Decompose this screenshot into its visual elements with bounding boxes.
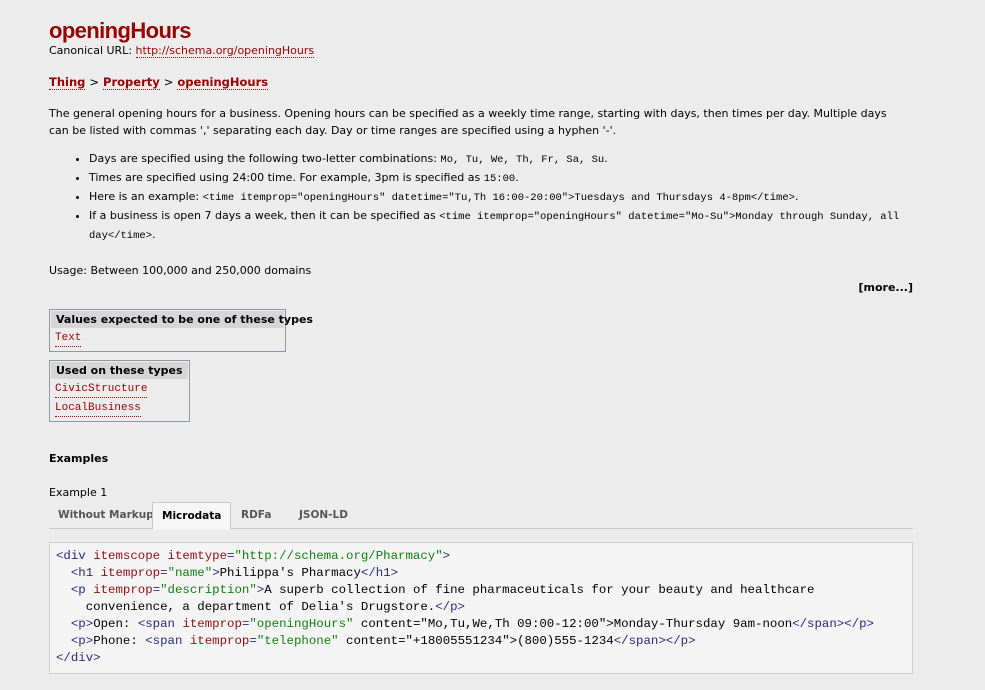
expected-types-heading: Values expected to be one of these types xyxy=(51,311,313,328)
breadcrumb-openinghours[interactable]: openingHours xyxy=(177,75,269,90)
code-token-tag: <div xyxy=(56,549,94,563)
code-token-str: "http://schema.org/Pharmacy" xyxy=(234,549,443,563)
code-token-txt: Philippa's Pharmacy xyxy=(219,566,361,580)
code-token-attr: itemprop xyxy=(182,617,242,631)
type-link-localbusiness[interactable]: LocalBusiness xyxy=(55,401,141,417)
code-token-attr: itemprop xyxy=(93,583,153,597)
code-token-attr: itemprop xyxy=(189,634,250,648)
code-token-tag: <span xyxy=(145,634,190,648)
bullet-item: Here is an example: <time itemprop="open… xyxy=(89,188,949,207)
tab-json-ld[interactable]: JSON-LD xyxy=(290,502,357,528)
code-token-txt: Open: xyxy=(93,617,138,631)
code-token-str: "description" xyxy=(160,583,257,597)
code-token-tag: <p> xyxy=(70,617,94,631)
bullet-text: If a business is open 7 days a week, the… xyxy=(89,209,440,222)
type-link-text[interactable]: Text xyxy=(55,331,82,347)
bullet-item: Days are specified using the following t… xyxy=(89,150,949,169)
bullet-item: Times are specified using 24:00 time. Fo… xyxy=(89,169,949,188)
code-token-tag: <span xyxy=(137,617,183,631)
breadcrumb-thing[interactable]: Thing xyxy=(49,75,86,90)
code-token-attr: itemscope itemtype xyxy=(93,549,228,563)
code-line: <p>Phone: <span itemprop="telephone" con… xyxy=(56,634,696,648)
tab-microdata[interactable]: Microdata xyxy=(152,502,232,530)
bullet-code: <time itemprop="openingHours" datetime="… xyxy=(202,192,795,204)
used-on-types-heading: Used on these types xyxy=(51,362,188,379)
code-token-txt: A superb collection of fine pharmaceutic… xyxy=(264,583,815,597)
description: The general opening hours for a business… xyxy=(49,107,887,137)
code-token-tag: > xyxy=(442,549,451,563)
code-token-tag: > xyxy=(212,566,220,580)
code-line: <h1 itemprop="name">Philippa's Pharmacy<… xyxy=(56,566,398,580)
bullet-text: Days are specified using the following t… xyxy=(89,152,441,165)
canonical-url-row: Canonical URL: http://schema.org/opening… xyxy=(49,44,315,58)
code-token-attr: itemprop xyxy=(100,566,161,580)
tab-without-markup[interactable]: Without Markup xyxy=(49,502,163,528)
bullet-text: Here is an example: xyxy=(89,190,203,203)
canonical-url-label: Canonical URL: xyxy=(49,44,136,57)
code-line: </div> xyxy=(56,651,101,665)
example-tabs: Without Markup Microdata RDFa JSON-LD xyxy=(49,502,913,530)
code-token-txt: convenience, a department of Delia's Dru… xyxy=(56,600,436,614)
breadcrumb-separator: > xyxy=(89,75,100,89)
code-token-str: "telephone" xyxy=(256,634,339,648)
breadcrumb-property[interactable]: Property xyxy=(103,75,160,90)
bullet-item: If a business is open 7 days a week, the… xyxy=(89,207,949,245)
code-token-txt: content="Mo,Tu,We,Th 09:00-12:00">Monday… xyxy=(353,617,793,631)
code-line: convenience, a department of Delia's Dru… xyxy=(56,600,465,614)
code-token-tag: = xyxy=(160,566,168,580)
bullet-end: . xyxy=(604,152,608,165)
code-token-tag: </div> xyxy=(56,651,101,665)
breadcrumb: Thing > Property > openingHours xyxy=(49,75,269,90)
usage-text: Usage: Between 100,000 and 250,000 domai… xyxy=(49,264,312,277)
code-token-str: "name" xyxy=(167,566,213,580)
expected-types-table: Values expected to be one of these types… xyxy=(49,309,313,352)
examples-heading: Examples xyxy=(49,452,109,465)
more-link[interactable]: [more...] xyxy=(859,281,914,294)
bullet-code: Mo, Tu, We, Th, Fr, Sa, Su xyxy=(440,154,605,166)
bullet-code: 15:00 xyxy=(483,173,516,185)
bullet-list: Days are specified using the following t… xyxy=(49,150,949,245)
code-token-tag: <p> xyxy=(70,634,94,648)
code-token-txt: Phone: xyxy=(93,634,146,648)
code-token-tag: <h1 xyxy=(70,566,101,580)
code-token-tag: </span></p> xyxy=(792,617,874,631)
code-token-tag: = xyxy=(249,634,257,648)
type-link-civicstructure[interactable]: CivicStructure xyxy=(55,382,148,398)
code-token-str: "openingHours" xyxy=(249,617,354,631)
code-token-tag: </p> xyxy=(435,600,465,614)
bullet-end: . xyxy=(152,228,156,241)
page-title: openingHours xyxy=(49,18,192,43)
bullet-end: . xyxy=(794,190,799,203)
code-token-tag: = xyxy=(152,583,161,597)
code-example: <div itemscope itemtype = "http://schema.o… xyxy=(49,542,913,674)
tab-rdfa[interactable]: RDFa xyxy=(232,502,280,528)
code-token-txt: content="+18005551234">(800)555-1234 xyxy=(338,634,614,648)
bullet-text: Times are specified using 24:00 time. Fo… xyxy=(89,171,484,184)
breadcrumb-separator: > xyxy=(163,75,174,89)
code-token-tag: </h1> xyxy=(360,566,399,580)
code-line: <p itemprop="description">A superb colle… xyxy=(56,583,815,597)
code-token-tag: </span></p> xyxy=(613,634,696,648)
example-label: Example 1 xyxy=(49,486,108,499)
bullet-end: . xyxy=(515,171,519,184)
code-line: <p>Open: <span itemprop="openingHours" c… xyxy=(56,617,874,631)
used-on-types-table: Used on these types CivicStructure Local… xyxy=(49,360,190,422)
canonical-url-link[interactable]: http://schema.org/openingHours xyxy=(135,44,315,58)
code-line: <div itemscope itemtype="http://schema.o… xyxy=(56,549,450,563)
code-token-tag: <p xyxy=(70,583,94,597)
